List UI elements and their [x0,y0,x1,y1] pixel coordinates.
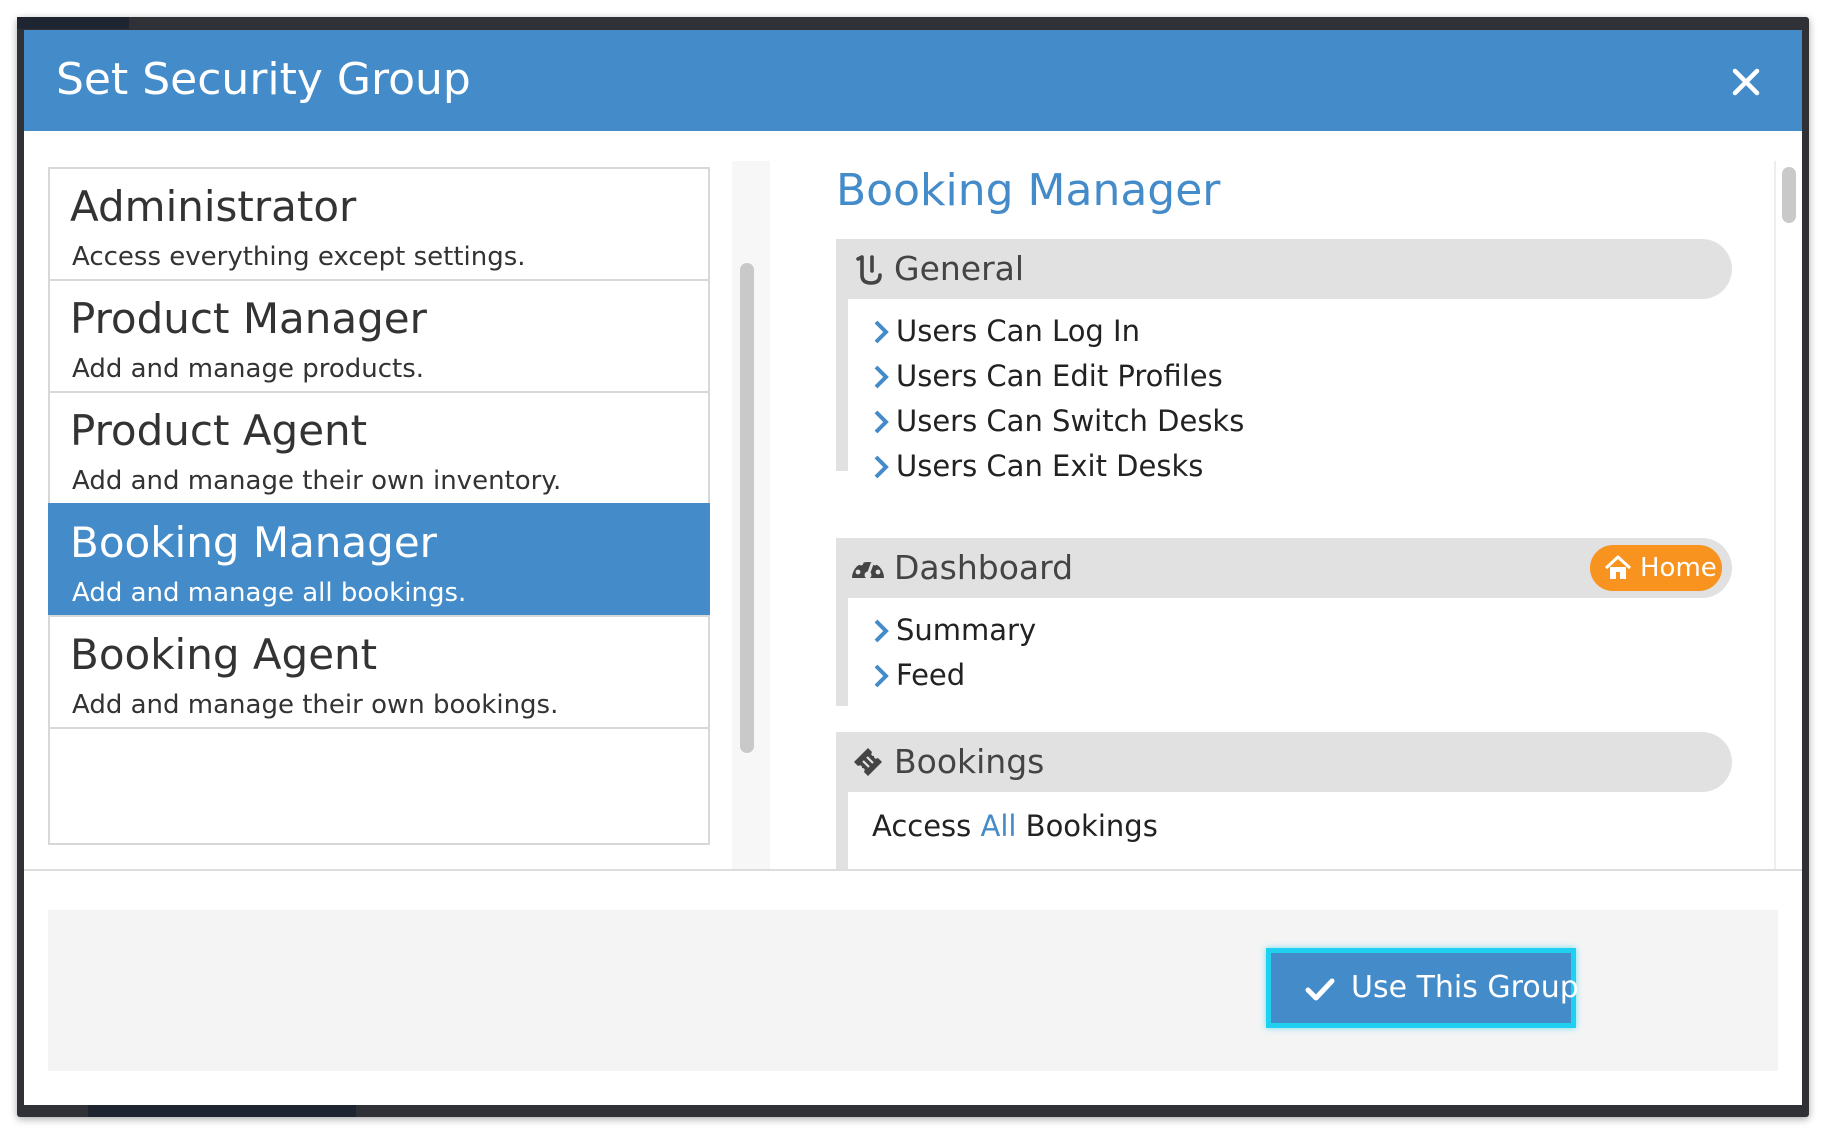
permission-label: Users Can Exit Desks [896,449,1204,483]
permission-label: Feed [896,658,966,692]
section-bookings: Bookings Access All Bookings [836,732,1732,869]
section-header: Bookings [836,732,1732,792]
background-panel-top [17,17,129,29]
detail-title: Booking Manager [836,165,1221,216]
bookings-access-item[interactable]: Access All Bookings [872,808,1158,844]
footer-divider [24,869,1802,871]
section-general: General Users Can Log In Users Can Edit … [836,239,1732,483]
group-description: Add and manage products. [72,354,425,384]
use-this-group-label: Use This Group [1351,970,1579,1005]
section-header: Dashboard Home [836,538,1732,598]
security-group-modal: Set Security Group Administrator Access … [24,30,1802,1105]
group-name: Booking Agent [70,630,378,679]
chevron-right-icon [874,455,889,479]
section-title: Dashboard [894,548,1074,587]
group-item-booking-manager[interactable]: Booking Manager Add and manage all booki… [48,503,710,621]
detail-scroll-thumb[interactable] [1782,167,1796,223]
home-badge[interactable]: Home [1590,545,1722,591]
permission-label: Users Can Edit Profiles [896,359,1223,393]
section-dashboard: Dashboard Home Summary Feed [836,538,1732,706]
group-item-product-manager[interactable]: Product Manager Add and manage products. [48,279,710,397]
group-item-booking-agent[interactable]: Booking Agent Add and manage their own b… [48,615,710,733]
section-title: General [894,249,1025,288]
group-item-administrator[interactable]: Administrator Access everything except s… [48,167,710,285]
group-list-scroll-thumb[interactable] [740,263,754,753]
dashboard-gauge-icon [852,556,884,579]
group-name: Booking Manager [70,518,437,567]
home-badge-label: Home [1640,553,1717,583]
chevron-right-icon [874,410,889,434]
section-title: Bookings [894,742,1045,781]
group-item-partial[interactable] [48,727,710,845]
group-name: Product Manager [70,294,427,343]
chevron-right-icon [874,619,889,643]
detail-scrollbar[interactable] [1774,161,1800,869]
group-list: Administrator Access everything except s… [48,161,712,869]
permission-label: Summary [896,613,1037,647]
close-icon [1732,68,1760,96]
group-name: Administrator [70,182,357,231]
chevron-right-icon [874,320,889,344]
group-description: Add and manage all bookings. [72,578,467,608]
permission-label: Users Can Log In [896,314,1140,348]
permission-label: Users Can Switch Desks [896,404,1245,438]
background-panel-bottom [88,1105,356,1117]
close-button[interactable] [1718,54,1774,110]
group-detail-panel: Booking Manager General Users Can Log In [784,161,1756,869]
section-header: General [836,239,1732,299]
modal-footer: Use This Group [48,910,1778,1071]
group-description: Add and manage their own inventory. [72,466,562,496]
group-item-product-agent[interactable]: Product Agent Add and manage their own i… [48,391,710,509]
modal-body: Administrator Access everything except s… [24,131,1802,869]
access-all-link[interactable]: All [981,809,1017,843]
group-description: Add and manage their own bookings. [72,690,559,720]
modal-header: Set Security Group [24,30,1802,131]
group-description: Access everything except settings. [72,242,526,272]
login-hook-icon [856,255,882,285]
chevron-right-icon [874,365,889,389]
ticket-icon [854,748,882,776]
group-name: Product Agent [70,406,368,455]
access-prefix: Access [872,809,981,843]
modal-title: Set Security Group [56,54,471,105]
home-icon [1604,555,1632,579]
checkmark-icon [1305,978,1335,1001]
access-suffix: Bookings [1016,809,1158,843]
use-this-group-button[interactable]: Use This Group [1266,948,1579,1028]
chevron-right-icon [874,664,889,688]
